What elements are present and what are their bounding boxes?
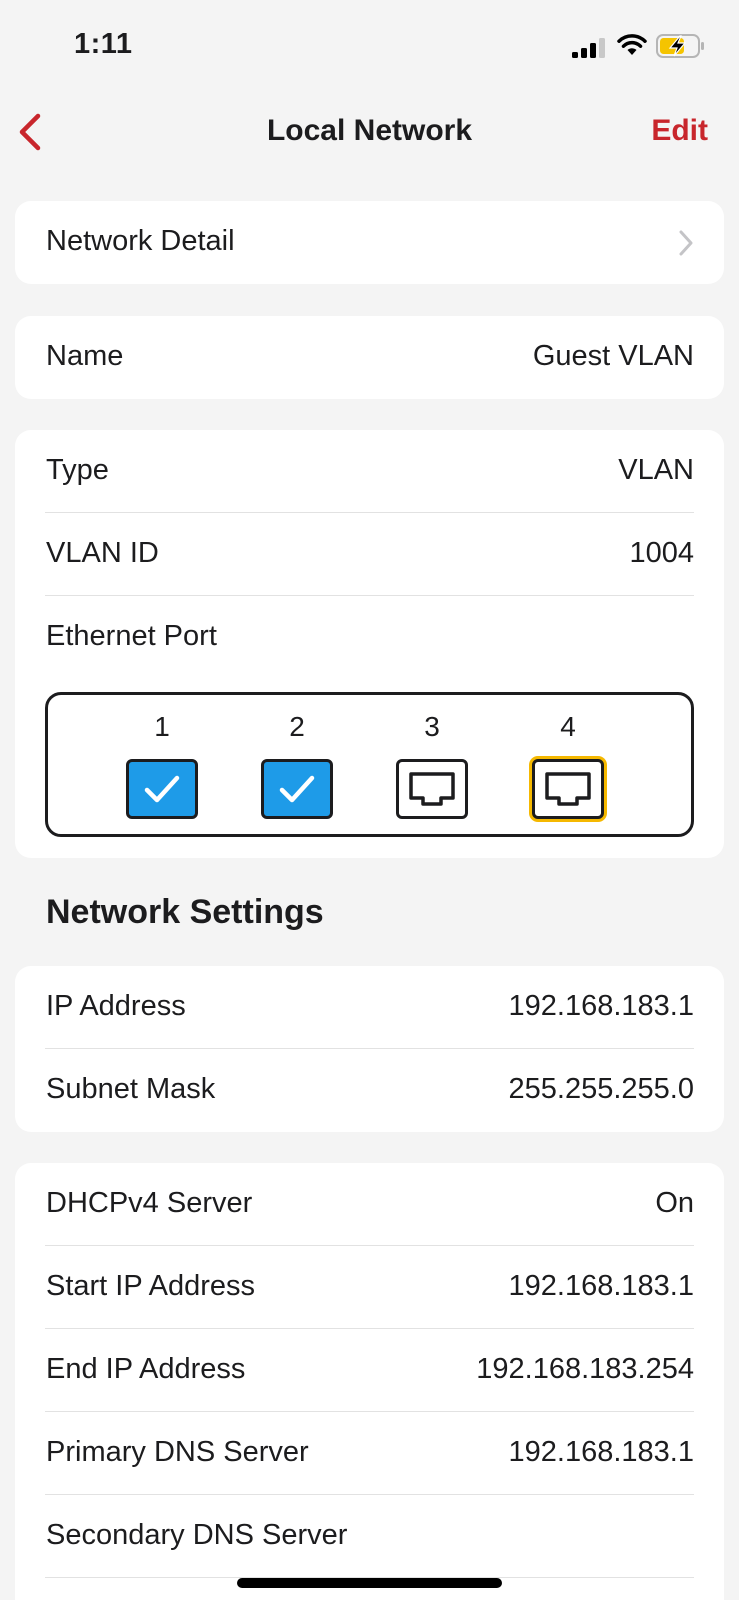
dhcp-server-value: On [655, 1187, 694, 1219]
nav-bar: Local Network Edit [0, 96, 739, 166]
name-card: Name Guest VLAN [15, 316, 724, 399]
primary-dns-value: 192.168.183.1 [508, 1436, 694, 1468]
name-label: Name [46, 340, 124, 372]
secondary-dns-row: Secondary DNS Server [45, 1495, 694, 1578]
port-1-checkbox[interactable] [126, 759, 198, 819]
end-ip-value: 192.168.183.254 [476, 1353, 694, 1385]
ethernet-port-icon [409, 772, 455, 806]
network-settings-card: IP Address 192.168.183.1 Subnet Mask 255… [15, 966, 724, 1132]
type-label: Type [46, 454, 109, 486]
start-ip-row: Start IP Address 192.168.183.1 [45, 1246, 694, 1329]
subnet-mask-row: Subnet Mask 255.255.255.0 [45, 1049, 694, 1132]
port-4: 4 [532, 709, 604, 819]
end-ip-row: End IP Address 192.168.183.254 [45, 1329, 694, 1412]
edit-button[interactable]: Edit [651, 114, 708, 148]
ip-address-row: IP Address 192.168.183.1 [45, 966, 694, 1049]
port-1: 1 [126, 709, 198, 819]
vlan-id-label: VLAN ID [46, 537, 159, 569]
signal-icon [572, 38, 605, 58]
vlan-id-row: VLAN ID 1004 [45, 513, 694, 596]
port-4-checkbox[interactable] [532, 759, 604, 819]
battery-charging-icon [656, 34, 704, 58]
network-detail-card[interactable]: Network Detail [15, 201, 724, 284]
status-time: 1:11 [74, 28, 133, 60]
ethernet-port-row: Ethernet Port [45, 596, 694, 679]
checkmark-icon [279, 775, 315, 803]
chevron-right-icon [679, 230, 693, 256]
port-number: 1 [154, 711, 170, 742]
port-number: 3 [424, 711, 440, 742]
primary-dns-label: Primary DNS Server [46, 1436, 309, 1468]
subnet-mask-label: Subnet Mask [46, 1073, 216, 1105]
start-ip-label: Start IP Address [46, 1270, 256, 1302]
port-2: 2 [261, 709, 333, 819]
subnet-mask-value: 255.255.255.0 [508, 1073, 694, 1105]
network-detail-row[interactable]: Network Detail [45, 201, 694, 284]
network-settings-header: Network Settings [46, 893, 324, 931]
port-2-checkbox[interactable] [261, 759, 333, 819]
type-row: Type VLAN [45, 430, 694, 513]
name-value: Guest VLAN [532, 340, 694, 372]
checkmark-icon [144, 775, 180, 803]
port-3-checkbox[interactable] [396, 759, 468, 819]
dhcp-server-label: DHCPv4 Server [46, 1187, 253, 1219]
wifi-icon [617, 34, 647, 55]
network-detail-label: Network Detail [46, 225, 235, 257]
name-row: Name Guest VLAN [45, 316, 694, 399]
dhcp-server-row: DHCPv4 Server On [45, 1163, 694, 1246]
vlan-card: Type VLAN VLAN ID 1004 Ethernet Port 1 2 [15, 430, 724, 858]
port-3: 3 [396, 709, 468, 819]
ethernet-port-icon [545, 772, 591, 806]
ethernet-port-selector: 1 2 3 4 [45, 692, 694, 837]
ip-address-value: 192.168.183.1 [508, 990, 694, 1022]
primary-dns-row: Primary DNS Server 192.168.183.1 [45, 1412, 694, 1495]
page-title: Local Network [266, 114, 473, 147]
end-ip-label: End IP Address [46, 1353, 246, 1385]
port-number: 4 [560, 711, 576, 742]
ip-address-label: IP Address [46, 990, 186, 1022]
home-indicator [237, 1578, 502, 1588]
ethernet-port-label: Ethernet Port [46, 620, 217, 652]
dhcp-card: DHCPv4 Server On Start IP Address 192.16… [15, 1163, 724, 1600]
vlan-id-value: 1004 [629, 537, 694, 569]
port-number: 2 [289, 711, 305, 742]
start-ip-value: 192.168.183.1 [508, 1270, 694, 1302]
type-value: VLAN [618, 454, 694, 486]
secondary-dns-label: Secondary DNS Server [46, 1519, 348, 1551]
status-bar: 1:11 [0, 0, 739, 96]
